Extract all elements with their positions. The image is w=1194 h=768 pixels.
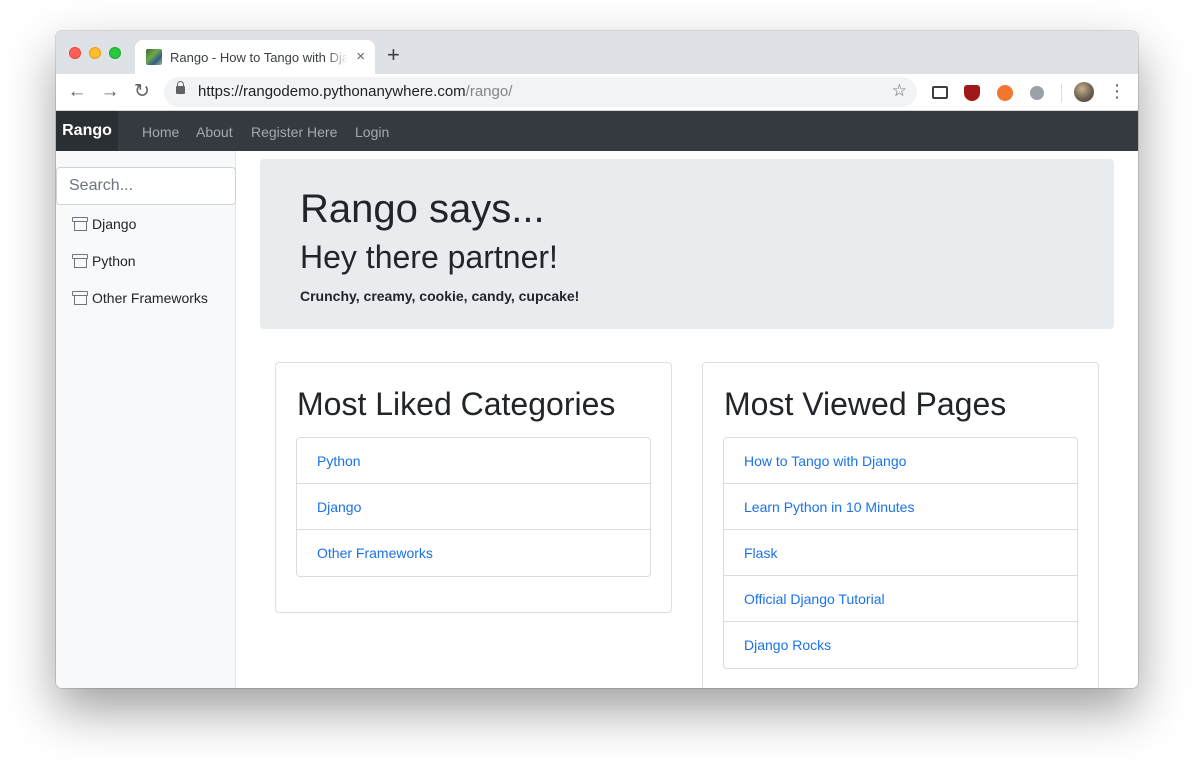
url-text[interactable]: https://rangodemo.pythonanywhere.com/ran…: [198, 83, 512, 101]
jumbotron-tagline: Crunchy, creamy, cookie, candy, cupcake!: [300, 288, 580, 304]
sidebar-item-label: Django: [92, 216, 137, 232]
url-path: /rango/: [465, 83, 513, 100]
nav-login-link[interactable]: Login: [355, 111, 389, 151]
ublock-extension-icon[interactable]: [964, 85, 980, 101]
favicon-icon: [146, 49, 162, 65]
browser-menu-icon[interactable]: ⋮: [1108, 81, 1126, 101]
screenshot-extension-icon[interactable]: [932, 86, 948, 99]
sidebar-item-django[interactable]: Django: [72, 214, 136, 234]
nav-register-link[interactable]: Register Here: [251, 111, 337, 151]
tab-strip: Rango - How to Tango with Django × +: [56, 31, 1138, 74]
new-tab-button[interactable]: +: [387, 43, 400, 67]
nav-about-link[interactable]: About: [196, 111, 233, 151]
lock-icon: [176, 81, 185, 94]
most-viewed-card: Most Viewed Pages How to Tango with Djan…: [702, 362, 1099, 688]
archive-box-icon: [72, 254, 88, 268]
list-item[interactable]: Flask: [724, 530, 1077, 576]
nav-home-link[interactable]: Home: [142, 111, 179, 151]
profile-avatar[interactable]: [1074, 82, 1094, 102]
sidebar-item-other-frameworks[interactable]: Other Frameworks: [72, 288, 208, 308]
most-liked-card: Most Liked Categories Python Django Othe…: [275, 362, 672, 613]
list-item[interactable]: Django: [297, 484, 650, 530]
list-item[interactable]: Python: [297, 438, 650, 484]
browser-tab[interactable]: Rango - How to Tango with Django ×: [135, 40, 375, 74]
most-viewed-list: How to Tango with Django Learn Python in…: [723, 437, 1078, 669]
tab-title: Rango - How to Tango with Django: [170, 50, 348, 65]
list-item[interactable]: Other Frameworks: [297, 530, 650, 576]
archive-box-icon: [72, 291, 88, 305]
most-viewed-heading: Most Viewed Pages: [724, 386, 1007, 422]
back-button[interactable]: ←: [65, 80, 89, 104]
jumbotron: Rango says... Hey there partner! Crunchy…: [260, 159, 1114, 329]
site-navbar: Rango Home About Register Here Login: [56, 111, 1138, 151]
maximize-window-button[interactable]: [109, 47, 121, 59]
search-input[interactable]: [56, 167, 236, 205]
reload-button[interactable]: ↻: [130, 80, 154, 104]
lifebuoy-extension-icon[interactable]: [997, 85, 1013, 101]
list-item[interactable]: Learn Python in 10 Minutes: [724, 484, 1077, 530]
gray-extension-icon[interactable]: [1030, 86, 1044, 100]
jumbotron-title: Rango says...: [300, 187, 545, 231]
list-item[interactable]: Django Rocks: [724, 622, 1077, 668]
browser-toolbar: ← → ↻ https://rangodemo.pythonanywhere.c…: [56, 74, 1138, 111]
forward-button[interactable]: →: [98, 80, 122, 104]
list-item[interactable]: Official Django Tutorial: [724, 576, 1077, 622]
browser-window: Rango - How to Tango with Django × + ← →…: [56, 31, 1138, 688]
most-liked-list: Python Django Other Frameworks: [296, 437, 651, 577]
archive-box-icon: [72, 217, 88, 231]
navbar-brand[interactable]: Rango: [56, 111, 118, 151]
bookmark-star-icon[interactable]: ☆: [892, 81, 907, 101]
tab-close-button[interactable]: ×: [356, 48, 365, 66]
address-bar[interactable]: https://rangodemo.pythonanywhere.com/ran…: [164, 77, 917, 107]
close-window-button[interactable]: [69, 47, 81, 59]
toolbar-divider: [1061, 84, 1062, 102]
url-host: https://rangodemo.pythonanywhere.com: [198, 83, 466, 100]
minimize-window-button[interactable]: [89, 47, 101, 59]
sidebar-item-label: Other Frameworks: [92, 290, 208, 306]
sidebar-item-label: Python: [92, 253, 136, 269]
list-item[interactable]: How to Tango with Django: [724, 438, 1077, 484]
jumbotron-subtitle: Hey there partner!: [300, 239, 558, 275]
sidebar-item-python[interactable]: Python: [72, 251, 136, 271]
most-liked-heading: Most Liked Categories: [297, 386, 616, 422]
sidebar: Django Python Other Frameworks: [56, 151, 236, 688]
